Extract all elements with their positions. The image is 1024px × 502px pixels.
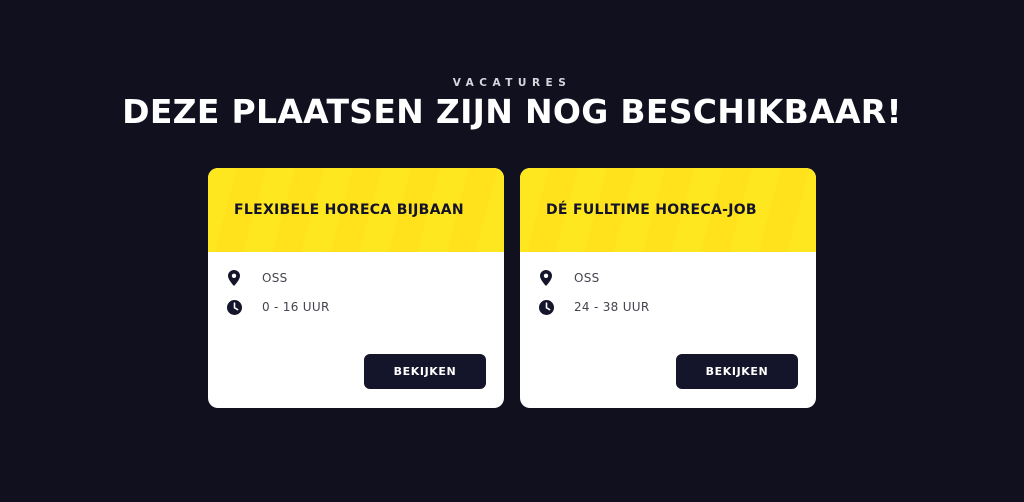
location-pin-icon	[538, 270, 554, 286]
job-card-header: DÉ FULLTIME HORECA-JOB	[520, 168, 816, 252]
job-title: FLEXIBELE HORECA BIJBAAN	[234, 202, 464, 218]
job-hours: 0 - 16 UUR	[262, 300, 330, 314]
clock-icon	[538, 299, 554, 315]
job-hours: 24 - 38 UUR	[574, 300, 650, 314]
job-title: DÉ FULLTIME HORECA-JOB	[546, 202, 757, 218]
job-hours-row: 0 - 16 UUR	[226, 299, 330, 315]
section-title: DEZE PLAATSEN ZIJN NOG BESCHIKBAAR!	[122, 92, 902, 131]
job-location: OSS	[574, 271, 600, 285]
view-job-button[interactable]: BEKIJKEN	[676, 354, 798, 389]
vacancies-section: VACATURES DEZE PLAATSEN ZIJN NOG BESCHIK…	[0, 0, 1024, 502]
job-card: FLEXIBELE HORECA BIJBAAN OSS 0 - 16 UUR …	[208, 168, 504, 408]
section-eyebrow: VACATURES	[452, 77, 572, 89]
job-card: DÉ FULLTIME HORECA-JOB OSS 24 - 38 UUR B…	[520, 168, 816, 408]
job-location-row: OSS	[538, 270, 600, 286]
view-job-button[interactable]: BEKIJKEN	[364, 354, 486, 389]
clock-icon	[226, 299, 242, 315]
job-location: OSS	[262, 271, 288, 285]
job-card-header: FLEXIBELE HORECA BIJBAAN	[208, 168, 504, 252]
job-hours-row: 24 - 38 UUR	[538, 299, 650, 315]
location-pin-icon	[226, 270, 242, 286]
job-location-row: OSS	[226, 270, 288, 286]
